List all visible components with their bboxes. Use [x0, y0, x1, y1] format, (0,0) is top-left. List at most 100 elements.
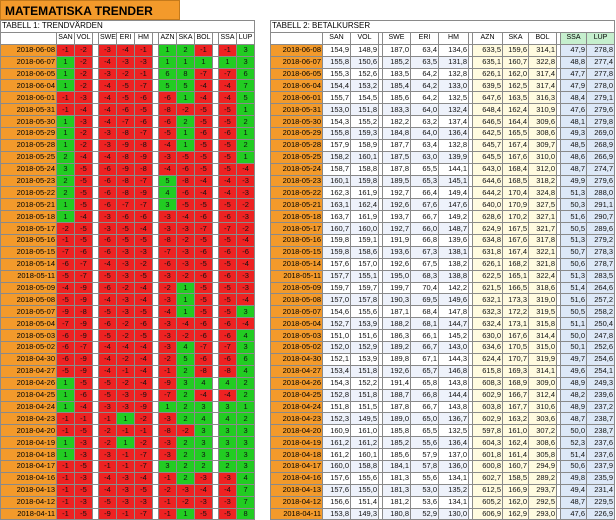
trend-cell: -6 — [98, 281, 117, 295]
price-cell: 65,0 — [410, 412, 439, 426]
price-cell: 155,8 — [322, 127, 351, 140]
trend-cell: -2 — [176, 329, 195, 343]
trend-cell: -4 — [235, 257, 256, 271]
price-cell: 66,7 — [410, 341, 439, 354]
price-cell: 634,6 — [472, 341, 503, 354]
header-date — [0, 31, 57, 45]
row-date: 2018-06-01 — [270, 91, 323, 105]
trend-cell: 7 — [235, 79, 256, 93]
price-cell: 162,4 — [350, 198, 379, 212]
row-date: 2018-05-15 — [0, 245, 57, 259]
table-row: 2018-05-29 1 -2 -3 -8 -7 -5 1 -6 -6 1 — [0, 127, 256, 140]
price-cell: 184,8 — [382, 127, 411, 140]
trend-cell: 2 — [176, 388, 195, 402]
price-cell: 317,8 — [528, 234, 557, 247]
price-cell: 314,1 — [528, 43, 557, 57]
price-cell: 189,5 — [382, 174, 411, 188]
price-cell: 644,2 — [472, 186, 503, 200]
trend-cell: -5 — [218, 507, 237, 520]
price-cell: 648,4 — [472, 103, 503, 117]
price-cell: 66,7 — [410, 210, 439, 224]
trend-cell: 2 — [176, 436, 195, 450]
price-cell: 642,5 — [472, 127, 503, 140]
trend-cell: -3 — [134, 495, 153, 509]
table-row: 2018-05-31 153,0 151,8 183,3 64,0 132,4 648,4 1… — [270, 103, 616, 117]
trend-cell: -1 — [218, 43, 237, 57]
trend-cell: 4 — [218, 376, 237, 390]
table-row: 2018-05-08 157,0 157,8 190,3 69,5 149,6 632,1 1… — [270, 293, 616, 307]
trend-cell: -3 — [98, 127, 117, 140]
trend-cell: 4 — [194, 412, 213, 426]
trend-cell: -9 — [74, 293, 93, 307]
trend-cell: -4 — [218, 79, 237, 93]
trend-cell: -4 — [134, 222, 153, 236]
price-cell: 164,4 — [502, 115, 529, 129]
trend-cell: -4 — [74, 150, 93, 164]
price-cell: 257,2 — [585, 293, 616, 307]
trend-cell: 1 — [176, 91, 195, 105]
price-cell: 138,1 — [438, 245, 469, 259]
trend-cell: -3 — [176, 483, 195, 497]
price-cell: 63,4 — [410, 43, 439, 57]
table-row: 2018-04-18 1 -3 -3 -1 -7 -3 2 3 3 3 — [0, 448, 256, 461]
table-row: 2018-05-16 -1 -5 -6 -5 -5 -8 -2 -5 -5 -4 — [0, 234, 256, 247]
row-date: 2018-05-08 — [270, 293, 323, 307]
price-cell: 147,8 — [438, 305, 469, 319]
price-cell: 152,3 — [322, 412, 351, 426]
trend-cell: -6 — [218, 127, 237, 140]
trend-cell: -3 — [158, 269, 177, 283]
price-cell: 309,6 — [528, 115, 557, 129]
row-date: 2018-05-03 — [0, 329, 57, 343]
price-cell: 231,4 — [585, 483, 616, 497]
trend-cell: 2 — [56, 186, 75, 200]
trend-cell: -6 — [158, 91, 177, 105]
trend-cell: -2 — [74, 138, 93, 152]
trend-cell: -1 — [116, 364, 135, 378]
table-row: 2018-06-07 155,8 150,6 185,2 63,5 131,8 635,1 1… — [270, 55, 616, 69]
trend-cell: 3 — [194, 448, 213, 461]
column-header: VOL — [350, 31, 379, 45]
price-cell: 155,1 — [350, 269, 379, 283]
trend-cell: -8 — [116, 186, 135, 200]
price-cell: 152,8 — [322, 388, 351, 402]
price-cell: 148,9 — [350, 43, 379, 57]
price-cell: 149,5 — [350, 412, 379, 426]
price-cell: 161,4 — [502, 448, 529, 461]
trend-cell: 1 — [56, 127, 75, 140]
trend-cell: -5 — [134, 269, 153, 283]
price-cell: 191,9 — [382, 234, 411, 247]
table-row: 2018-05-15 159,8 158,6 193,6 67,3 138,1 631,8 1… — [270, 245, 616, 259]
trend-cell: -4 — [134, 293, 153, 307]
price-cell: 643,0 — [472, 162, 503, 176]
trend-cell: 3 — [158, 459, 177, 473]
trend-cell: -5 — [194, 162, 213, 176]
table-row: 2018-05-22 162,3 161,9 192,7 66,4 149,4 644,2 1… — [270, 186, 616, 200]
price-cell: 50,7 — [560, 245, 587, 259]
price-cell: 151,8 — [322, 400, 351, 414]
trend-cell: -3 — [98, 400, 117, 414]
price-cell: 49,3 — [560, 127, 587, 140]
price-cell: 305,8 — [528, 448, 557, 461]
trend-cell: -2 — [116, 67, 135, 81]
row-date: 2018-04-20 — [270, 424, 323, 438]
price-cell: 624,4 — [472, 352, 503, 366]
price-cell: 152,6 — [350, 67, 379, 81]
trend-cell: -3 — [98, 448, 117, 461]
price-cell: 635,1 — [472, 55, 503, 69]
price-cell: 283,5 — [585, 269, 616, 283]
trend-cell: -3 — [158, 317, 177, 331]
price-cell: 170,7 — [502, 352, 529, 366]
table1-title: TABELL 1: TRENDVÄRDEN — [0, 20, 256, 33]
price-cell: 249,3 — [585, 376, 616, 390]
trend-cell: 5 — [158, 79, 177, 93]
trend-cell: -3 — [158, 341, 177, 354]
price-cell: 288,0 — [585, 186, 616, 200]
price-cell: 132,8 — [438, 138, 469, 152]
trend-cell: -5 — [218, 162, 237, 176]
trend-cell: -6 — [98, 162, 117, 176]
price-cell: 53,0 — [410, 483, 439, 497]
price-cell: 310,6 — [528, 400, 557, 414]
table-row: 2018-04-17 -1 -5 -1 -1 -7 3 2 2 2 3 — [0, 459, 256, 473]
trend-cell: 1 — [56, 388, 75, 402]
trend-cell: -3 — [116, 55, 135, 69]
